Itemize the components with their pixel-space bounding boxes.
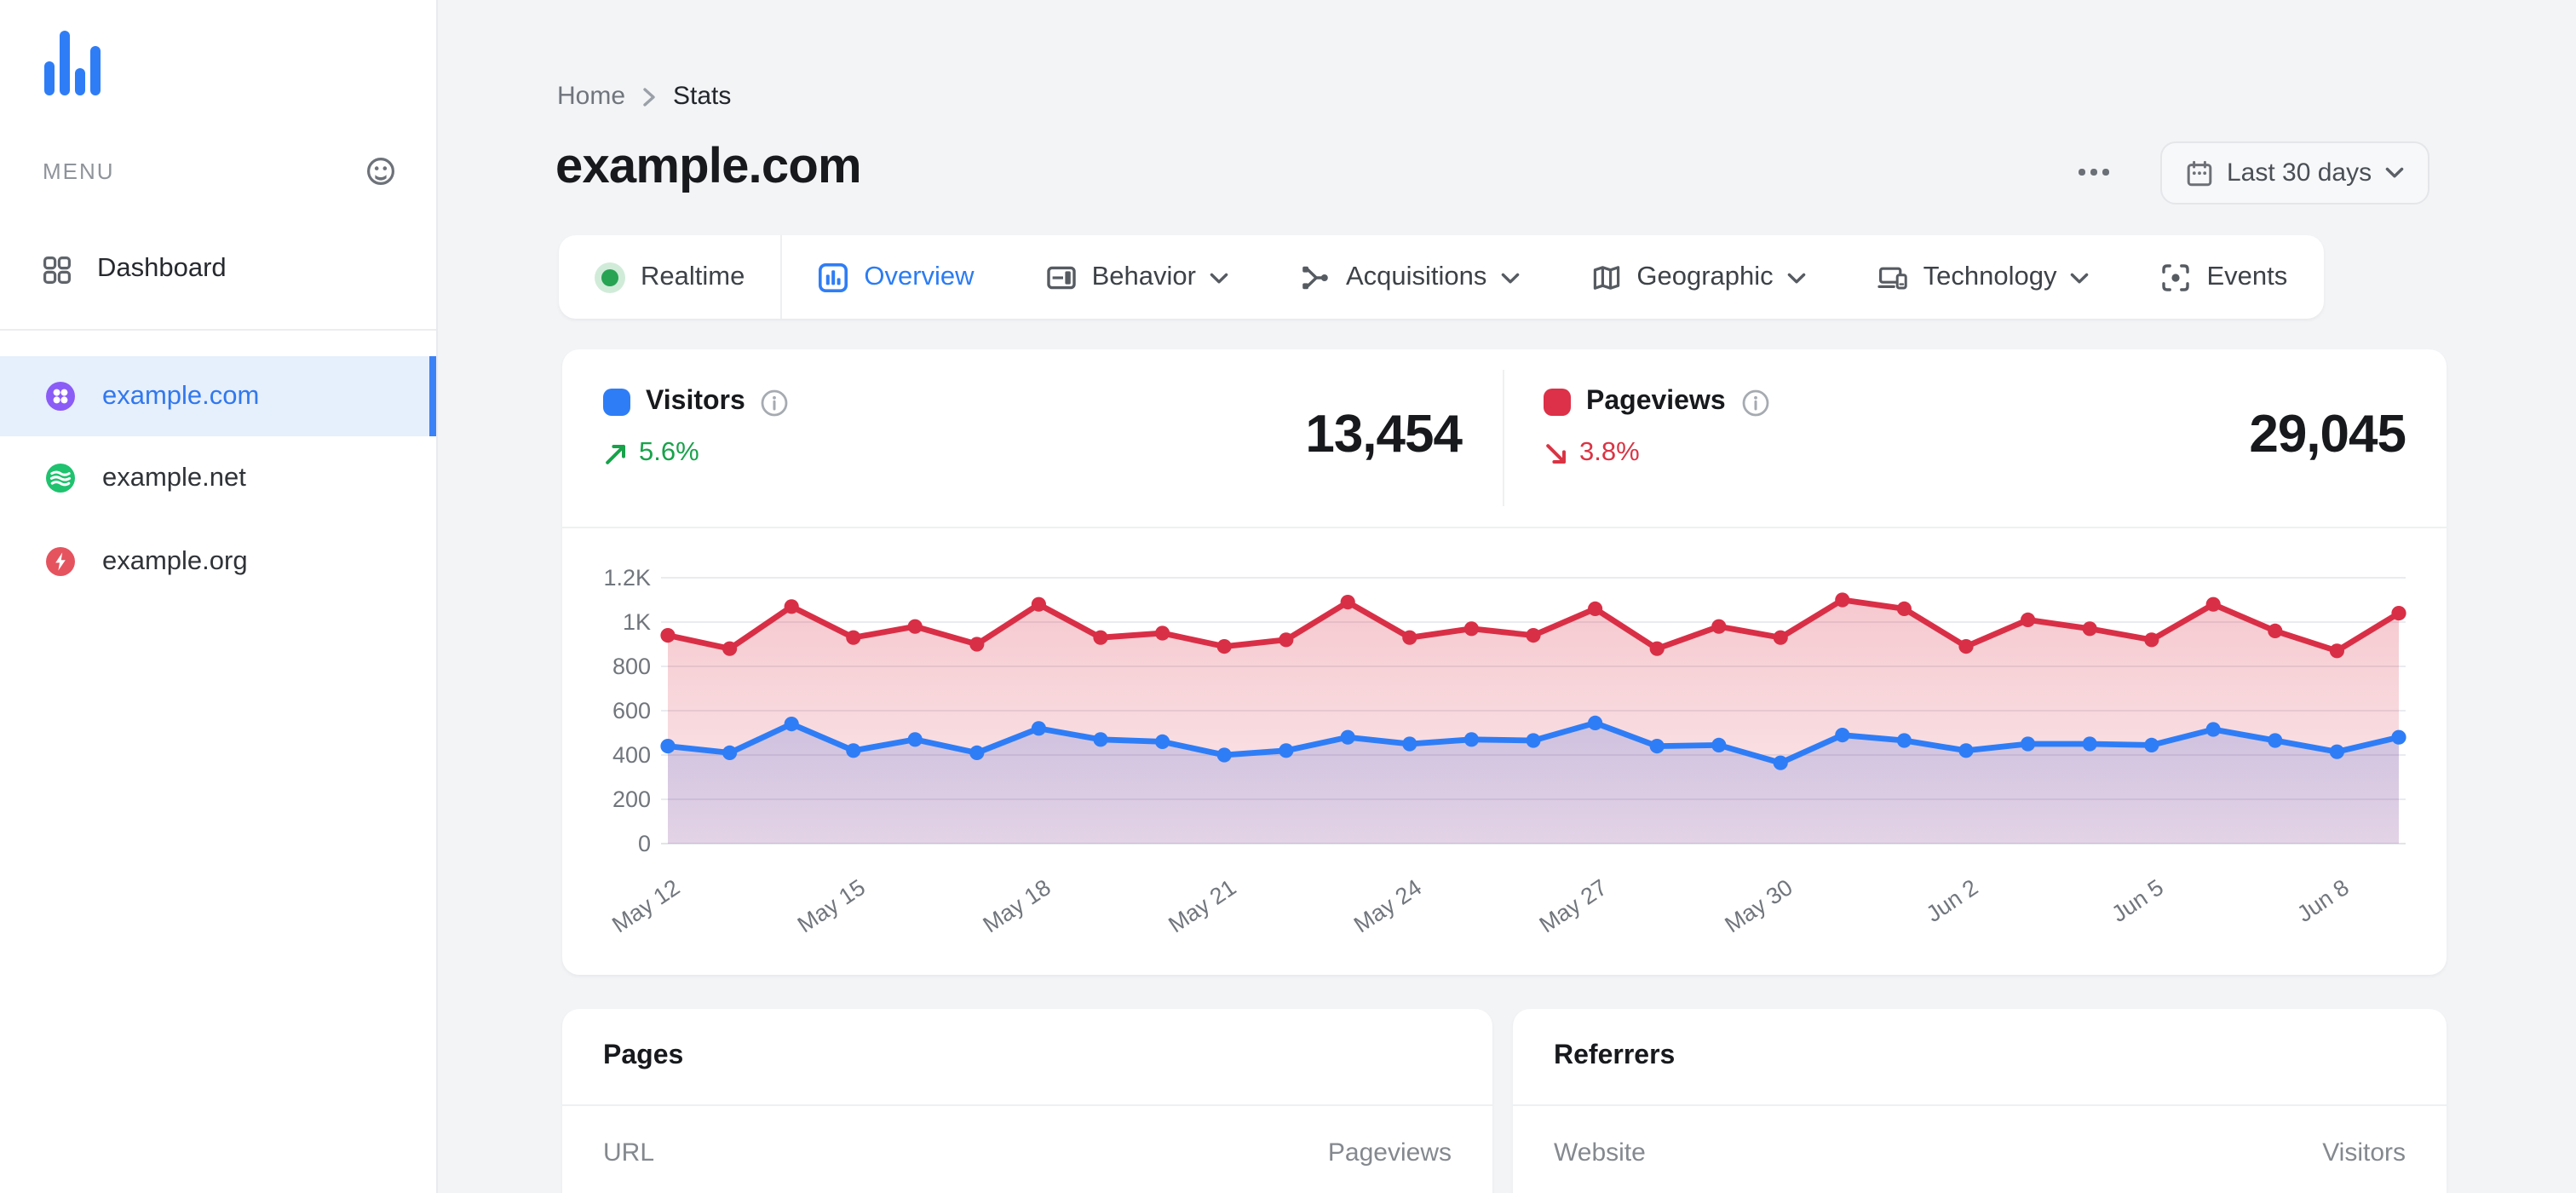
realtime-dot-icon [595, 262, 625, 292]
chevron-down-icon [2385, 167, 2404, 179]
stat-label: Pageviews [1586, 387, 1726, 416]
svg-text:May 18: May 18 [979, 874, 1055, 937]
svg-text:May 27: May 27 [1535, 874, 1612, 937]
tab-events[interactable]: Events [2125, 235, 2324, 319]
info-icon[interactable] [761, 388, 790, 417]
traffic-chart: 0 200 400 600 800 1K 1.2K May 12 May 15 May 18 Ma… [603, 565, 2406, 937]
sidebar-site-example-net[interactable]: example.net [0, 438, 436, 518]
svg-text:Jun 2: Jun 2 [1922, 874, 1983, 927]
svg-text:200: 200 [612, 787, 651, 812]
column-header-visitors: Visitors [2322, 1138, 2406, 1167]
trend-up-icon [603, 441, 629, 466]
chevron-down-icon [1787, 273, 1806, 285]
panel-divider [1513, 1104, 2447, 1106]
tab-label: Behavior [1091, 262, 1196, 291]
site-bolt-icon [46, 547, 75, 576]
scan-target-icon [2161, 262, 2192, 292]
tab-label: Geographic [1636, 262, 1774, 291]
site-name: example.com [102, 381, 260, 410]
breadcrumb-home[interactable]: Home [557, 82, 625, 111]
stat-change-down: 3.8% [1544, 438, 1640, 469]
tab-overview[interactable]: Overview [782, 235, 1009, 319]
stat-change-value: 5.6% [639, 438, 699, 467]
svg-text:400: 400 [612, 742, 651, 768]
site-name: example.org [102, 546, 248, 575]
sidebar-item-dashboard[interactable]: Dashboard [0, 232, 436, 307]
column-header-pageviews: Pageviews [1327, 1138, 1452, 1167]
layout-panel-icon [1046, 262, 1077, 292]
svg-text:600: 600 [612, 698, 651, 723]
sidebar-divider [0, 329, 436, 331]
svg-text:May 12: May 12 [607, 874, 684, 937]
svg-text:May 24: May 24 [1349, 874, 1426, 937]
tab-label: Acquisitions [1345, 262, 1487, 291]
stat-pageviews: Pageviews 3.8% 29,045 [1503, 349, 2447, 527]
app-logo-icon[interactable] [43, 27, 111, 95]
branch-route-icon [1300, 262, 1331, 292]
account-icon[interactable] [366, 157, 395, 186]
tab-label: Realtime [641, 262, 745, 291]
site-name: example.net [102, 463, 246, 492]
breadcrumb: Home Stats [557, 82, 731, 111]
visitors-swatch [603, 389, 630, 416]
column-header-url: URL [603, 1138, 655, 1167]
stat-label: Visitors [646, 387, 745, 416]
trend-down-icon [1544, 441, 1569, 466]
sidebar-site-example-org[interactable]: example.org [0, 522, 436, 602]
sidebar-item-label: Dashboard [97, 254, 227, 283]
analytics-dashboard: MENU Dashboard example.com example.net e… [0, 0, 2576, 1193]
calendar-icon [2186, 159, 2213, 187]
site-clover-icon [46, 382, 75, 411]
svg-text:0: 0 [638, 831, 651, 856]
stat-visitors: Visitors 5.6% 13,454 [562, 349, 1503, 527]
svg-text:May 15: May 15 [793, 874, 870, 937]
dashboard-grid-icon [43, 255, 72, 284]
chevron-down-icon [1500, 273, 1519, 285]
column-header-website: Website [1554, 1138, 1646, 1167]
tab-realtime[interactable]: Realtime [559, 235, 780, 319]
svg-text:May 21: May 21 [1164, 874, 1240, 937]
devices-icon [1877, 262, 1908, 292]
tab-geographic[interactable]: Geographic [1555, 235, 1841, 319]
tab-label: Overview [864, 262, 975, 291]
svg-text:1.2K: 1.2K [603, 565, 651, 591]
tab-acquisitions[interactable]: Acquisitions [1264, 235, 1555, 319]
tab-technology[interactable]: Technology [1842, 235, 2125, 319]
svg-text:Jun 8: Jun 8 [2292, 874, 2354, 927]
panel-divider [562, 1104, 1492, 1106]
breadcrumb-current[interactable]: Stats [673, 82, 731, 111]
pageviews-value: 29,045 [2249, 404, 2406, 464]
pages-panel: Pages URL Pageviews [562, 1009, 1492, 1193]
stat-change-up: 5.6% [603, 438, 699, 469]
site-waves-icon [46, 464, 75, 493]
chevron-right-icon [642, 86, 656, 107]
page-title: example.com [555, 140, 862, 194]
view-tabs: Realtime Overview Behavior Acquisitions … [559, 235, 2324, 319]
referrers-panel: Referrers Website Visitors [1513, 1009, 2447, 1193]
tab-label: Events [2206, 262, 2288, 291]
panel-title: Referrers [1554, 1041, 1676, 1070]
more-options-button[interactable] [2079, 157, 2126, 187]
date-range-button[interactable]: Last 30 days [2160, 141, 2430, 205]
svg-text:Jun 5: Jun 5 [2107, 874, 2169, 927]
tab-label: Technology [1923, 262, 2057, 291]
date-range-label: Last 30 days [2227, 158, 2372, 187]
sidebar: MENU Dashboard example.com example.net e… [0, 0, 438, 1193]
overview-card: Visitors 5.6% 13,454 Pageviews 3.8% 29,0… [562, 349, 2447, 975]
bar-chart-square-icon [818, 262, 848, 292]
tab-behavior[interactable]: Behavior [1010, 235, 1264, 319]
stat-change-value: 3.8% [1579, 438, 1640, 467]
pageviews-swatch [1544, 389, 1571, 416]
panel-title: Pages [603, 1041, 684, 1070]
map-icon [1590, 262, 1621, 292]
sidebar-site-example-com[interactable]: example.com [0, 356, 436, 436]
svg-text:800: 800 [612, 654, 651, 679]
svg-text:May 30: May 30 [1720, 874, 1797, 937]
menu-heading: MENU [43, 158, 115, 184]
visitors-value: 13,454 [1305, 404, 1463, 464]
chevron-down-icon [1210, 273, 1228, 285]
info-icon[interactable] [1741, 388, 1770, 417]
chevron-down-icon [2071, 273, 2090, 285]
svg-text:1K: 1K [623, 609, 651, 635]
